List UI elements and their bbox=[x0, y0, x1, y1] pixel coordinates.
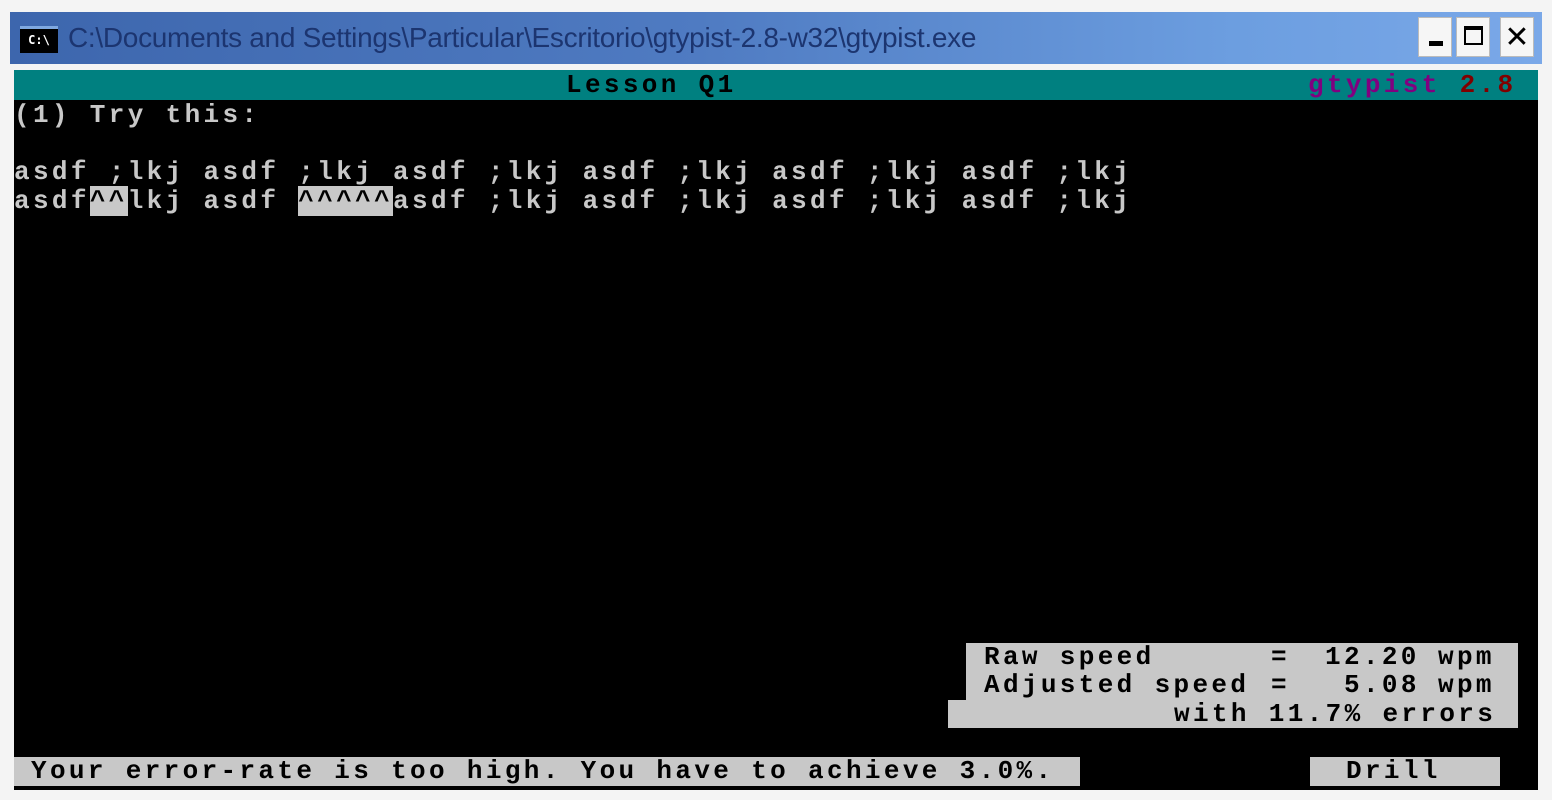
lesson-header-bar: Lesson Q1 gtypist 2.8 bbox=[14, 70, 1538, 100]
typed-text-segment: lkj asdf bbox=[127, 186, 299, 216]
status-message-bar: Your error-rate is too high. You have to… bbox=[14, 757, 1080, 786]
minimize-button[interactable] bbox=[1418, 17, 1452, 57]
mode-indicator: Drill bbox=[1310, 757, 1500, 786]
exercise-prompt: (1) Try this: bbox=[14, 100, 261, 130]
exercise-line: asdf ;lkj asdf ;lkj asdf ;lkj asdf ;lkj … bbox=[14, 157, 1133, 187]
typing-error-mark: ^^ bbox=[89, 186, 128, 216]
raw-speed-equals: = bbox=[1271, 642, 1290, 672]
typing-error-mark: ^^^^^ bbox=[298, 186, 394, 216]
mode-label: Drill bbox=[1346, 756, 1441, 786]
adjusted-speed-value: 5.08 bbox=[1344, 670, 1420, 700]
typed-text-segment: asdf ;lkj asdf ;lkj asdf ;lkj asdf ;lkj bbox=[393, 186, 1133, 216]
typed-line: asdf^^lkj asdf ^^^^^asdf ;lkj asdf ;lkj … bbox=[14, 186, 1133, 216]
console-window: C:\ C:\Documents and Settings\Particular… bbox=[0, 0, 1552, 800]
typed-text-segment: asdf bbox=[14, 186, 90, 216]
window-title: C:\Documents and Settings\Particular\Esc… bbox=[68, 22, 977, 53]
raw-speed-value: 12.20 bbox=[1325, 642, 1420, 672]
app-name: gtypist bbox=[1308, 70, 1441, 100]
title-bar[interactable]: C:\ C:\Documents and Settings\Particular… bbox=[10, 12, 1542, 64]
adjusted-speed-equals: = bbox=[1271, 670, 1290, 700]
terminal-area[interactable]: Lesson Q1 gtypist 2.8 (1) Try this: asdf… bbox=[14, 70, 1538, 790]
raw-speed-label: Raw speed bbox=[984, 642, 1155, 672]
error-rate-line: with 11.7% errors bbox=[1174, 699, 1497, 729]
close-icon: ✕ bbox=[1504, 20, 1530, 55]
app-version: 2.8 bbox=[1459, 70, 1517, 100]
raw-speed-unit: wpm bbox=[1438, 642, 1495, 672]
console-icon: C:\ bbox=[20, 26, 58, 53]
app-brand: gtypist 2.8 bbox=[1308, 70, 1516, 100]
maximize-button[interactable] bbox=[1456, 17, 1490, 57]
lesson-title: Lesson Q1 bbox=[566, 70, 737, 100]
adjusted-speed-label: Adjusted speed bbox=[984, 670, 1250, 700]
adjusted-speed-unit: wpm bbox=[1438, 670, 1495, 700]
status-message: Your error-rate is too high. You have to… bbox=[31, 756, 1055, 786]
close-button[interactable]: ✕ bbox=[1500, 17, 1534, 57]
